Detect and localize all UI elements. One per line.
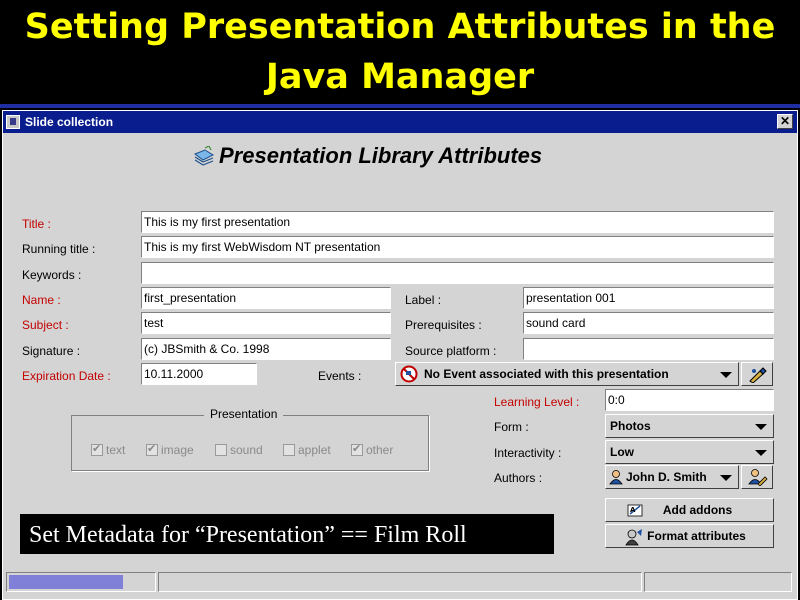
events-label: Events : <box>318 369 362 383</box>
prerequisites-label: Prerequisites : <box>405 318 482 332</box>
sound-checkbox[interactable]: sound <box>215 443 263 457</box>
title-label: Title : <box>22 217 51 231</box>
progress-fill <box>9 575 123 589</box>
add-addons-label: Add addons <box>662 503 733 517</box>
form-select[interactable]: Photos <box>605 414 774 438</box>
signature-label: Signature : <box>22 344 81 358</box>
status-message-panel <box>158 572 642 592</box>
form-value: Photos <box>610 419 651 433</box>
sound-checkbox-label: sound <box>230 443 263 457</box>
expiration-date-label: Expiration Date : <box>22 369 111 383</box>
format-icon <box>625 529 642 546</box>
chevron-down-icon[interactable] <box>755 424 767 430</box>
add-addons-button[interactable]: A Add addons <box>605 498 774 522</box>
window-titlebar[interactable]: Slide collection ✕ <box>3 111 797 133</box>
status-info-panel <box>644 572 792 592</box>
running-title-input[interactable]: This is my first WebWisdom NT presentati… <box>141 236 774 258</box>
prerequisites-input[interactable]: sound card <box>523 312 774 334</box>
format-attributes-label: Format attributes <box>647 529 746 543</box>
status-bar <box>4 572 798 592</box>
running-title-label: Running title : <box>22 242 96 256</box>
events-select[interactable]: No Event associated with this presentati… <box>395 362 739 386</box>
events-value: No Event associated with this presentati… <box>424 367 669 381</box>
source-platform-label: Source platform : <box>405 344 497 358</box>
label-label: Label : <box>405 293 442 307</box>
chevron-down-icon[interactable] <box>720 372 732 378</box>
page-heading: Presentation Library Attributes <box>193 143 542 173</box>
slide-title-line-2: Java Manager <box>265 57 535 97</box>
edit-authors-icon <box>748 469 768 486</box>
presentation-group-title: Presentation <box>204 407 284 421</box>
slide-caption: Set Metadata for “Presentation” == Film … <box>20 514 554 554</box>
chevron-down-icon[interactable] <box>755 450 767 456</box>
other-checkbox[interactable]: other <box>351 442 394 457</box>
edit-authors-button[interactable] <box>741 465 773 489</box>
applet-checkbox-label: applet <box>298 443 331 457</box>
interactivity-label: Interactivity : <box>494 446 562 460</box>
image-checkbox[interactable]: image <box>146 442 194 457</box>
authors-value: John D. Smith <box>626 470 707 484</box>
source-platform-input[interactable] <box>523 338 774 360</box>
format-attributes-button[interactable]: Format attributes <box>605 524 774 548</box>
learning-level-input[interactable]: 0:0 <box>605 389 774 411</box>
subject-input[interactable]: test <box>141 312 391 334</box>
checkbox-icon <box>146 442 158 456</box>
other-checkbox-label: other <box>366 443 394 457</box>
window-title: Slide collection <box>25 115 114 129</box>
checkbox-icon <box>91 442 103 456</box>
addons-icon: A <box>627 504 643 517</box>
authors-label: Authors : <box>494 471 543 485</box>
edit-events-icon <box>749 367 767 383</box>
checkbox-icon <box>215 444 227 456</box>
author-icon <box>609 470 623 485</box>
title-input[interactable]: This is my first presentation <box>141 211 774 233</box>
interactivity-value: Low <box>610 445 634 459</box>
page-heading-text: Presentation Library Attributes <box>219 143 543 168</box>
image-checkbox-label: image <box>161 443 194 457</box>
close-button[interactable]: ✕ <box>777 114 793 129</box>
applet-checkbox[interactable]: applet <box>283 443 331 457</box>
progress-bar <box>6 572 156 592</box>
slide-title: Setting Presentation Attributes in the J… <box>0 0 800 104</box>
label-input[interactable]: presentation 001 <box>523 287 774 309</box>
slide-title-line-1: Setting Presentation Attributes in the <box>24 7 776 47</box>
checkbox-icon <box>351 442 363 456</box>
authors-select[interactable]: John D. Smith <box>605 465 739 489</box>
title-divider <box>0 104 800 108</box>
expiration-date-input[interactable]: 10.11.2000 <box>141 363 257 385</box>
no-event-icon <box>400 365 418 383</box>
keywords-label: Keywords : <box>22 268 82 282</box>
window-menu-icon[interactable] <box>6 115 20 129</box>
name-label: Name : <box>22 293 61 307</box>
svg-text:A: A <box>630 506 636 514</box>
name-input[interactable]: first_presentation <box>141 287 391 309</box>
edit-events-button[interactable] <box>741 362 773 386</box>
signature-input[interactable]: (c) JBSmith & Co. 1998 <box>141 338 391 360</box>
text-checkbox-label: text <box>106 443 126 457</box>
library-icon <box>193 146 215 166</box>
subject-label: Subject : <box>22 318 69 332</box>
keywords-input[interactable] <box>141 262 774 284</box>
form-label: Form : <box>494 420 529 434</box>
chevron-down-icon[interactable] <box>720 475 732 481</box>
text-checkbox[interactable]: text <box>91 442 126 457</box>
learning-level-label: Learning Level : <box>494 395 580 409</box>
interactivity-select[interactable]: Low <box>605 440 774 464</box>
checkbox-icon <box>283 444 295 456</box>
